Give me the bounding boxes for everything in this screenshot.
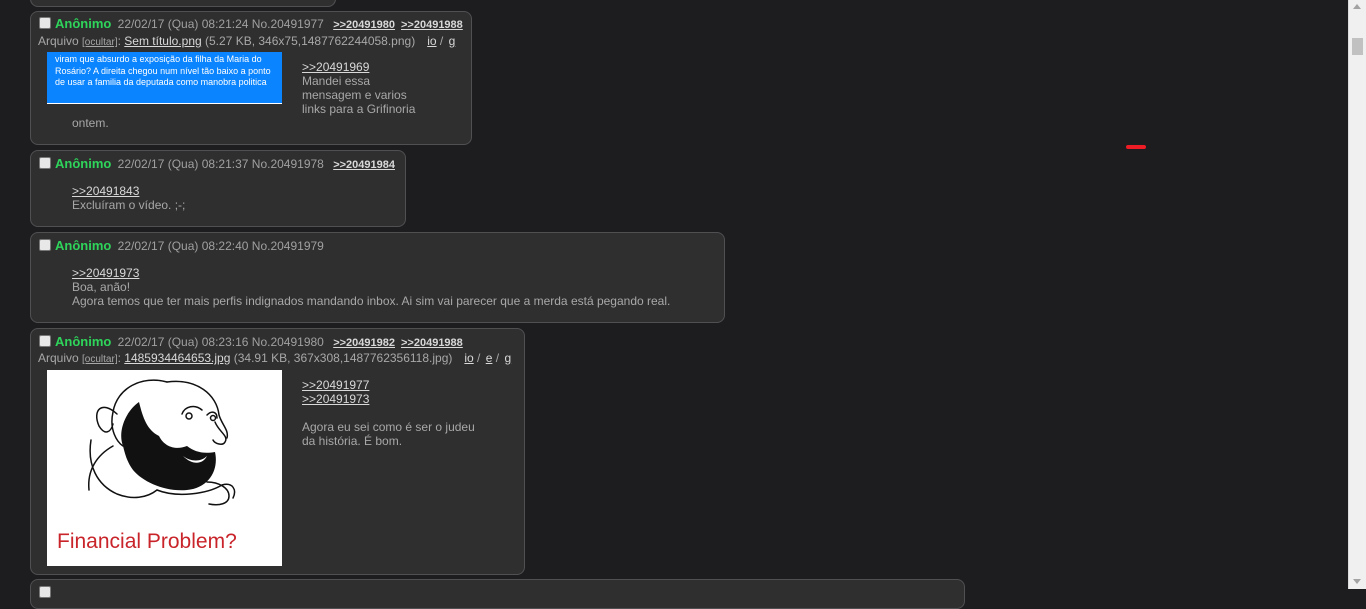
next-post-edge xyxy=(30,579,965,609)
backlink[interactable]: >>20491984 xyxy=(333,159,395,171)
post-20491977: Anônimo 22/02/17 (Qua) 08:21:24 No.20491… xyxy=(30,11,472,145)
thumbnail-caption: Financial Problem? xyxy=(57,530,237,553)
bearded-man-drawing xyxy=(88,379,236,506)
post-header: Anônimo 22/02/17 (Qua) 08:21:37 No.20491… xyxy=(39,156,395,173)
post-20491978: Anônimo 22/02/17 (Qua) 08:21:37 No.20491… xyxy=(30,150,406,227)
backlink[interactable]: >>20491982 xyxy=(333,337,395,349)
file-prefix: Arquivo xyxy=(38,34,79,48)
post-header: Anônimo 22/02/17 (Qua) 08:22:40 No.20491… xyxy=(39,238,324,254)
search-link-io[interactable]: io xyxy=(427,34,436,48)
file-meta: (5.27 KB, 346x75,1487762244058.png) xyxy=(205,34,416,48)
quote-link[interactable]: >>20491977 xyxy=(302,378,502,392)
quote-link[interactable]: >>20491843 xyxy=(72,184,185,198)
hide-file-link[interactable]: [ocultar] xyxy=(82,354,118,365)
post-header: Anônimo 22/02/17 (Qua) 08:23:16 No.20491… xyxy=(39,334,463,351)
search-link-g[interactable]: g xyxy=(504,351,511,365)
post-number[interactable]: No.20491980 xyxy=(252,335,324,349)
search-link-g[interactable]: g xyxy=(449,34,456,48)
post-body: >>20491843 Excluíram o vídeo. ;-; xyxy=(72,184,185,212)
backlink[interactable]: >>20491988 xyxy=(401,19,463,31)
poster-name: Anônimo xyxy=(55,156,112,171)
previous-post-edge xyxy=(30,0,336,7)
vertical-scrollbar[interactable] xyxy=(1348,0,1366,589)
search-link-io[interactable]: io xyxy=(464,351,473,365)
scroll-up-arrow-icon[interactable] xyxy=(1353,4,1361,9)
comment-line: Excluíram o vídeo. ;-; xyxy=(72,198,186,212)
post-checkbox[interactable] xyxy=(39,335,51,347)
comment-line: mensagem e varios xyxy=(302,88,407,102)
comment-line: Boa, anão! xyxy=(72,280,131,294)
post-checkbox[interactable] xyxy=(39,239,51,251)
file-info: Arquivo [ocultar]: 1485934464653.jpg (34… xyxy=(38,351,512,365)
file-name-link[interactable]: Sem título.png xyxy=(124,34,201,48)
post-20491980: Anônimo 22/02/17 (Qua) 08:23:16 No.20491… xyxy=(30,328,525,575)
thumbnail-text: viram que absurdo a exposição da filha d… xyxy=(55,54,271,87)
comment-line: Mandei essa xyxy=(302,74,371,88)
file-info: Arquivo [ocultar]: Sem título.png (5.27 … xyxy=(38,34,456,48)
post-checkbox[interactable] xyxy=(39,586,51,598)
scroll-down-arrow-icon[interactable] xyxy=(1353,579,1361,584)
post-body: >>20491973 Boa, anão! Agora temos que te… xyxy=(72,266,670,308)
post-date: 22/02/17 (Qua) 08:23:16 xyxy=(117,335,249,349)
post-20491979: Anônimo 22/02/17 (Qua) 08:22:40 No.20491… xyxy=(30,232,725,323)
quote-link[interactable]: >>20491973 xyxy=(72,266,670,280)
post-number[interactable]: No.20491978 xyxy=(252,157,324,171)
backlink[interactable]: >>20491988 xyxy=(401,337,463,349)
post-date: 22/02/17 (Qua) 08:22:40 xyxy=(117,239,249,253)
file-meta: (34.91 KB, 367x308,1487762356118.jpg) xyxy=(233,351,453,365)
poster-name: Anônimo xyxy=(55,16,112,31)
file-name-link[interactable]: 1485934464653.jpg xyxy=(124,351,230,365)
file-thumbnail[interactable]: Financial Problem? xyxy=(47,370,282,566)
post-checkbox[interactable] xyxy=(39,17,51,29)
scrollbar-thumb[interactable] xyxy=(1352,38,1363,55)
comment-line-trailing: ontem. xyxy=(72,116,109,130)
comment-line: da história. É bom. xyxy=(302,434,403,448)
poster-name: Anônimo xyxy=(55,238,112,253)
file-thumbnail[interactable]: viram que absurdo a exposição da filha d… xyxy=(47,52,282,104)
comment-line: Agora temos que ter mais perfis indignad… xyxy=(72,294,671,308)
comment-line: links para a Grifinoria xyxy=(302,102,416,116)
quote-link[interactable]: >>20491969 xyxy=(302,60,452,74)
backlink[interactable]: >>20491980 xyxy=(333,19,395,31)
red-mark xyxy=(1126,145,1146,149)
post-date: 22/02/17 (Qua) 08:21:37 xyxy=(117,157,249,171)
post-checkbox[interactable] xyxy=(39,157,51,169)
file-prefix: Arquivo xyxy=(38,351,79,365)
post-date: 22/02/17 (Qua) 08:21:24 xyxy=(117,17,249,31)
post-body: >>20491977 >>20491973 Agora eu sei como … xyxy=(302,378,502,448)
post-number[interactable]: No.20491977 xyxy=(252,17,324,31)
post-header: Anônimo 22/02/17 (Qua) 08:21:24 No.20491… xyxy=(39,16,463,33)
search-link-e[interactable]: e xyxy=(486,351,493,365)
poster-name: Anônimo xyxy=(55,334,112,349)
post-number[interactable]: No.20491979 xyxy=(252,239,324,253)
hide-file-link[interactable]: [ocultar] xyxy=(82,37,118,48)
post-body: >>20491969 Mandei essa mensagem e varios… xyxy=(302,60,452,116)
quote-link[interactable]: >>20491973 xyxy=(302,392,502,406)
comment-line: Agora eu sei como é ser o judeu xyxy=(302,420,475,434)
